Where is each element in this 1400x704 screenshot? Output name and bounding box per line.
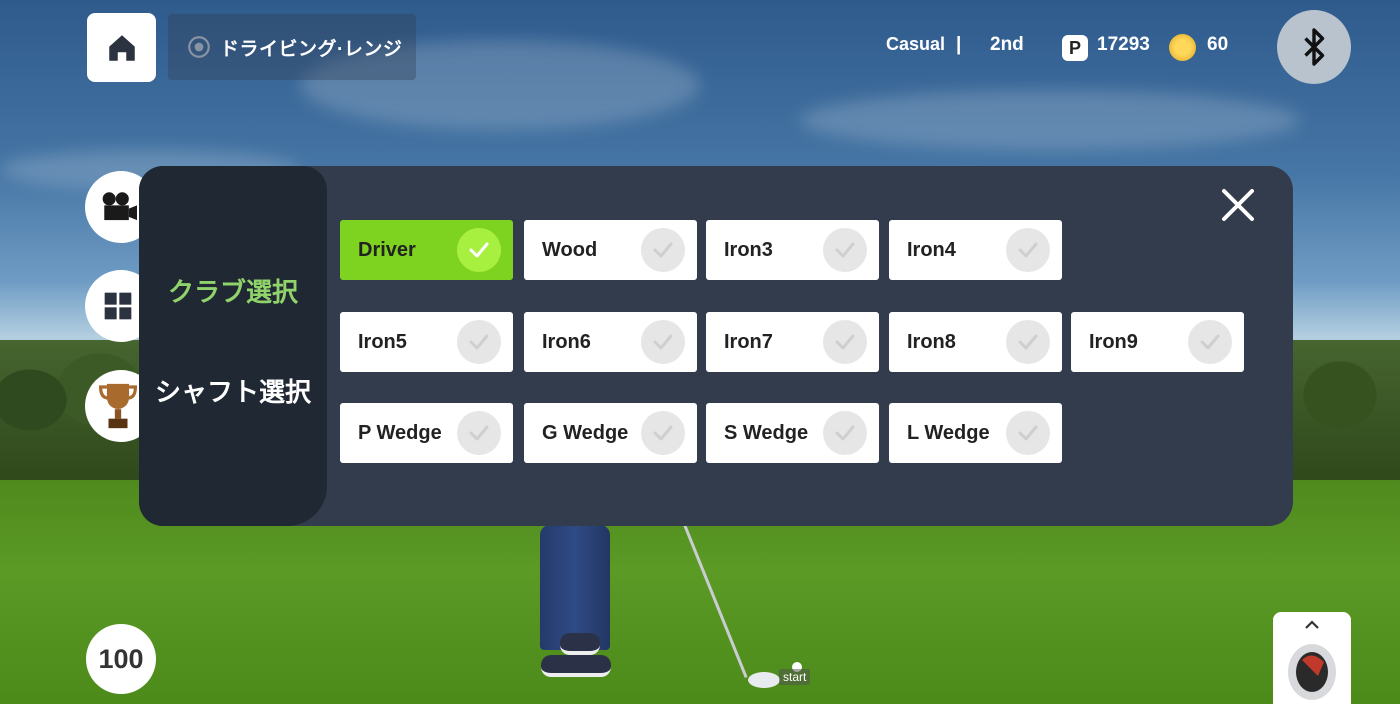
header-separator: | bbox=[956, 34, 962, 55]
current-club-card[interactable] bbox=[1273, 612, 1351, 704]
location-name: ドライビング·レンジ bbox=[220, 38, 403, 60]
club-option-wood[interactable]: Wood bbox=[524, 220, 697, 280]
player-shoe bbox=[541, 655, 611, 677]
club-option-label: P Wedge bbox=[358, 421, 442, 444]
club-option-p-wedge[interactable]: P Wedge bbox=[340, 403, 513, 463]
check-icon bbox=[1006, 228, 1050, 272]
grid-icon bbox=[104, 292, 132, 320]
club-selection-dialog: クラブ選択 シャフト選択 Driver Wood Iron3 Iron4 Iron5 Ir… bbox=[139, 166, 1293, 526]
close-icon bbox=[1222, 189, 1254, 221]
tab-shaft-select[interactable]: シャフト選択 bbox=[139, 372, 327, 409]
club-head bbox=[748, 672, 780, 688]
club-option-iron8[interactable]: Iron8 bbox=[889, 312, 1062, 372]
check-icon bbox=[641, 320, 685, 364]
game-mode: Casual bbox=[886, 34, 946, 54]
club-option-iron3[interactable]: Iron3 bbox=[706, 220, 879, 280]
club-option-label: G Wedge bbox=[542, 421, 629, 444]
club-option-label: Wood bbox=[542, 238, 598, 261]
points-value: 17293 bbox=[1097, 34, 1150, 55]
club-option-label: Iron4 bbox=[907, 238, 956, 261]
home-icon bbox=[108, 34, 135, 61]
club-option-s-wedge[interactable]: S Wedge bbox=[706, 403, 879, 463]
club-option-iron6[interactable]: Iron6 bbox=[524, 312, 697, 372]
check-icon bbox=[457, 411, 501, 455]
player-avatar bbox=[540, 525, 610, 650]
coin-value: 60 bbox=[1207, 34, 1229, 55]
check-icon bbox=[823, 320, 867, 364]
check-icon bbox=[1188, 320, 1232, 364]
check-icon bbox=[1006, 411, 1050, 455]
trophy-icon bbox=[99, 383, 137, 429]
club-option-label: Iron6 bbox=[542, 330, 591, 353]
camera-icon bbox=[102, 192, 137, 221]
course-emblem-icon bbox=[188, 36, 210, 58]
check-icon bbox=[457, 228, 501, 272]
club-option-l-wedge[interactable]: L Wedge bbox=[889, 403, 1062, 463]
club-option-label: Iron5 bbox=[358, 330, 407, 353]
club-option-label: Iron7 bbox=[724, 330, 773, 353]
check-icon bbox=[823, 228, 867, 272]
tab-club-select[interactable]: クラブ選択 bbox=[139, 272, 327, 309]
ball-start-tag: start bbox=[779, 669, 811, 685]
score-badge[interactable]: 100 bbox=[86, 624, 156, 694]
check-icon bbox=[823, 411, 867, 455]
bluetooth-icon bbox=[1304, 28, 1325, 66]
dialog-sidebar: クラブ選択 シャフト選択 bbox=[139, 166, 327, 526]
club-option-iron5[interactable]: Iron5 bbox=[340, 312, 513, 372]
check-icon bbox=[641, 228, 685, 272]
club-option-iron4[interactable]: Iron4 bbox=[889, 220, 1062, 280]
club-option-label: Driver bbox=[358, 238, 416, 261]
club-option-driver[interactable]: Driver bbox=[340, 220, 513, 280]
club-option-label: Iron8 bbox=[907, 330, 956, 353]
chevron-up-icon bbox=[1305, 620, 1319, 629]
location-label: ドライビング·レンジ bbox=[168, 14, 416, 80]
check-icon bbox=[457, 320, 501, 364]
player-shoe bbox=[560, 633, 600, 655]
coin-icon bbox=[1169, 34, 1196, 61]
club-option-iron9[interactable]: Iron9 bbox=[1071, 312, 1244, 372]
home-button[interactable] bbox=[87, 13, 156, 82]
club-option-iron7[interactable]: Iron7 bbox=[706, 312, 879, 372]
club-option-label: Iron9 bbox=[1089, 330, 1138, 353]
check-icon bbox=[641, 411, 685, 455]
close-button[interactable] bbox=[1219, 186, 1257, 224]
bluetooth-button[interactable] bbox=[1277, 10, 1351, 84]
club-option-g-wedge[interactable]: G Wedge bbox=[524, 403, 697, 463]
rank-label: 2nd bbox=[990, 34, 1024, 55]
club-option-label: S Wedge bbox=[724, 421, 809, 444]
club-option-label: L Wedge bbox=[907, 421, 990, 444]
points-icon: P bbox=[1062, 35, 1088, 61]
club-option-label: Iron3 bbox=[724, 238, 773, 261]
driver-head-icon bbox=[1288, 644, 1336, 700]
check-icon bbox=[1006, 320, 1050, 364]
